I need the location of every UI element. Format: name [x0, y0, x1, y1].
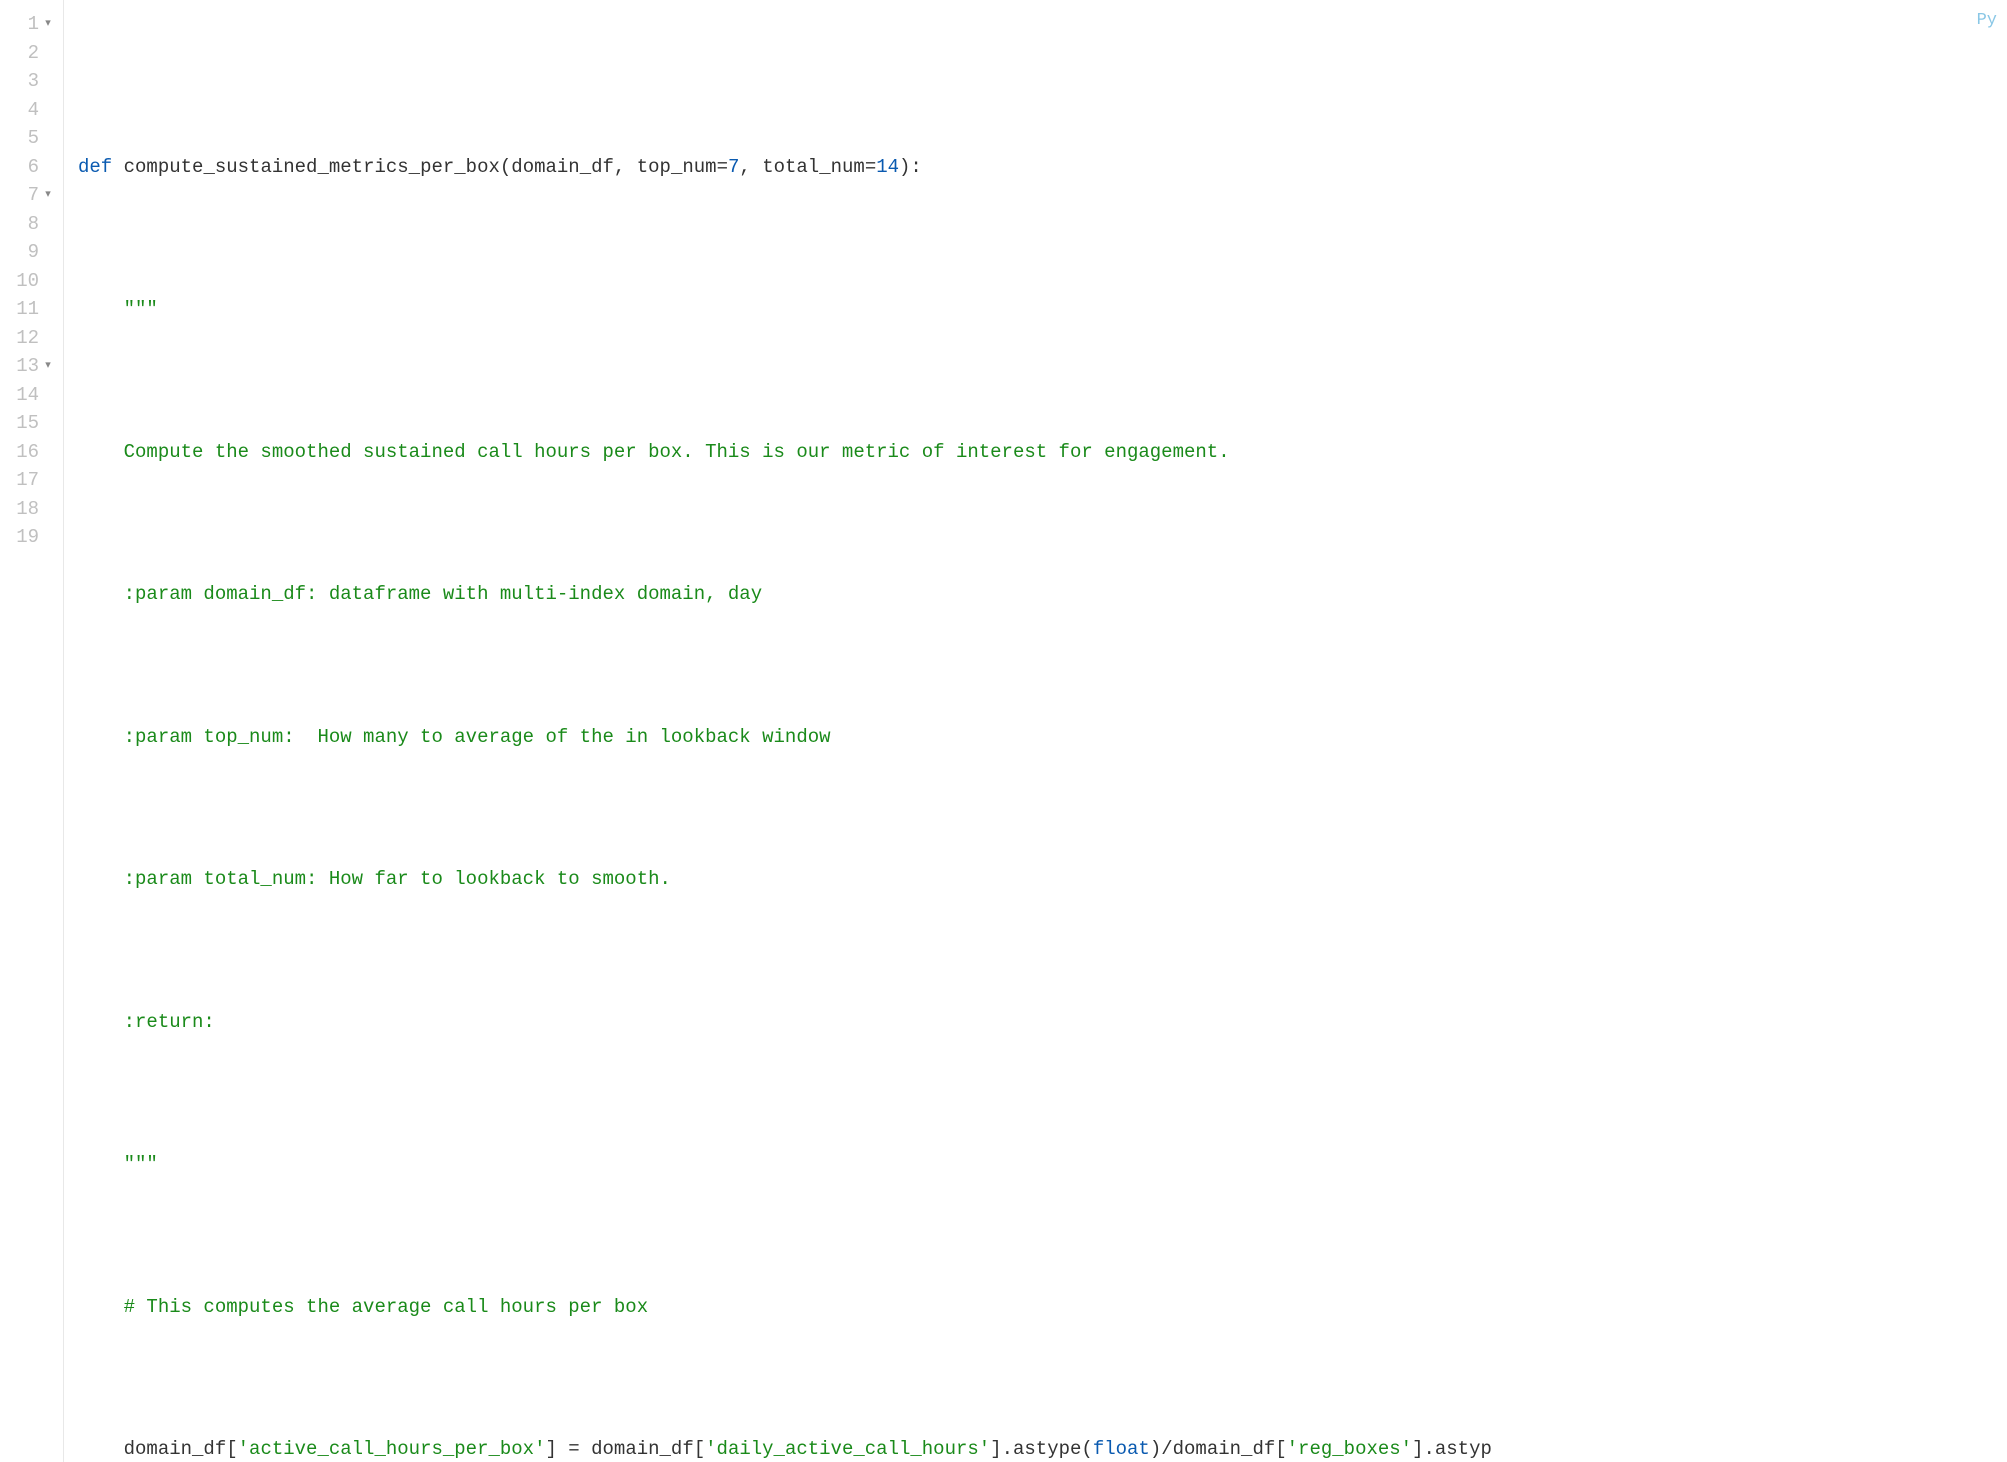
keyword-def: def: [78, 153, 112, 182]
gutter-line: 7▾: [0, 181, 57, 210]
docstring-text: :param domain_df: dataframe with multi-i…: [124, 580, 763, 609]
function-name: compute_sustained_metrics_per_box: [124, 153, 500, 182]
fold-icon[interactable]: ▾: [43, 358, 53, 375]
code-line[interactable]: """: [78, 1150, 2007, 1179]
fold-icon[interactable]: ▾: [43, 16, 53, 33]
gutter-line: 18▾: [0, 495, 57, 524]
code-line[interactable]: domain_df['active_call_hours_per_box'] =…: [78, 1435, 2007, 1462]
gutter-line: 6▾: [0, 153, 57, 182]
language-indicator: Py: [1977, 8, 1997, 34]
gutter-line: 10▾: [0, 267, 57, 296]
gutter-line: 16▾: [0, 438, 57, 467]
gutter-line: 15▾: [0, 409, 57, 438]
gutter-line: 17▾: [0, 466, 57, 495]
code-line[interactable]: def compute_sustained_metrics_per_box(do…: [78, 153, 2007, 182]
gutter-line: 1▾: [0, 10, 57, 39]
gutter-line: 8▾: [0, 210, 57, 239]
code-line[interactable]: :param domain_df: dataframe with multi-i…: [78, 580, 2007, 609]
code-line[interactable]: # This computes the average call hours p…: [78, 1293, 2007, 1322]
line-number-gutter: 1▾ 2▾ 3▾ 4▾ 5▾ 6▾ 7▾ 8▾ 9▾ 10▾ 11▾ 12▾ 1…: [0, 0, 64, 1462]
gutter-line: 3▾: [0, 67, 57, 96]
gutter-line: 5▾: [0, 124, 57, 153]
gutter-line: 12▾: [0, 324, 57, 353]
docstring-quote: """: [124, 295, 158, 324]
gutter-line: 19▾: [0, 523, 57, 552]
docstring-text: :param top_num: How many to average of t…: [124, 723, 831, 752]
docstring-text: :return:: [124, 1008, 215, 1037]
code-line[interactable]: :return:: [78, 1008, 2007, 1037]
comment: # This computes the average call hours p…: [124, 1293, 649, 1322]
docstring-quote: """: [124, 1150, 158, 1179]
code-line[interactable]: """: [78, 295, 2007, 324]
gutter-line: 13▾: [0, 352, 57, 381]
docstring-text: :param total_num: How far to lookback to…: [124, 865, 671, 894]
code-line[interactable]: :param total_num: How far to lookback to…: [78, 865, 2007, 894]
fold-icon[interactable]: ▾: [43, 187, 53, 204]
gutter-line: 14▾: [0, 381, 57, 410]
code-editor[interactable]: Py def compute_sustained_metrics_per_box…: [64, 0, 2007, 1462]
gutter-line: 4▾: [0, 96, 57, 125]
gutter-line: 2▾: [0, 39, 57, 68]
code-line[interactable]: :param top_num: How many to average of t…: [78, 723, 2007, 752]
gutter-line: 11▾: [0, 295, 57, 324]
code-line[interactable]: Compute the smoothed sustained call hour…: [78, 438, 2007, 467]
docstring-text: Compute the smoothed sustained call hour…: [124, 438, 1230, 467]
gutter-line: 9▾: [0, 238, 57, 267]
